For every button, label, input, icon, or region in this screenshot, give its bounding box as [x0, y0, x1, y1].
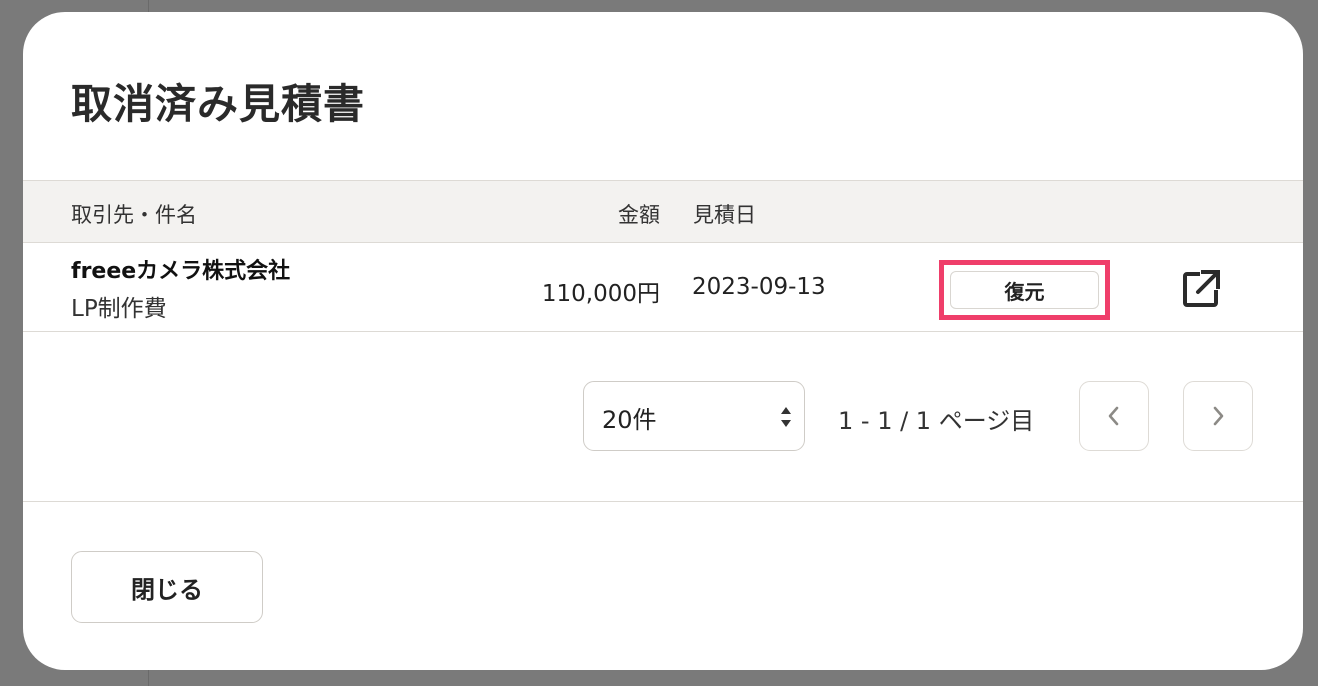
previous-page-button[interactable]	[1079, 381, 1149, 451]
per-page-value: 20件	[602, 406, 657, 434]
external-link-icon[interactable]	[1179, 267, 1223, 311]
column-header-party: 取引先・件名	[71, 203, 197, 227]
chevron-right-icon	[1213, 406, 1224, 426]
per-page-select[interactable]: 20件	[583, 381, 805, 451]
footer-divider	[23, 501, 1303, 502]
chevron-left-icon	[1108, 406, 1119, 426]
pagination: 20件 1 - 1 / 1 ページ目	[23, 381, 1303, 453]
restore-button[interactable]: 復元	[950, 271, 1099, 309]
select-arrows-icon	[780, 405, 792, 429]
table-header: 取引先・件名 金額 見積日	[23, 180, 1303, 243]
column-header-amount: 金額	[618, 203, 660, 227]
table-row: freeeカメラ株式会社 LP制作費 110,000円 2023-09-13 復…	[23, 243, 1303, 332]
column-header-date: 見積日	[693, 203, 756, 227]
amount-value: 110,000円	[541, 281, 660, 307]
modal-title: 取消済み見積書	[71, 80, 365, 128]
restore-highlight: 復元	[939, 260, 1110, 320]
subject-name: LP制作費	[71, 296, 167, 322]
close-button[interactable]: 閉じる	[71, 551, 263, 623]
estimate-date-value: 2023-09-13	[692, 274, 826, 300]
canceled-estimates-modal: 取消済み見積書 取引先・件名 金額 見積日 freeeカメラ株式会社 LP制作費…	[23, 12, 1303, 670]
next-page-button[interactable]	[1183, 381, 1253, 451]
party-cell: freeeカメラ株式会社 LP制作費	[71, 253, 290, 323]
party-name: freeeカメラ株式会社	[71, 259, 291, 284]
page-info: 1 - 1 / 1 ページ目	[838, 407, 1035, 435]
